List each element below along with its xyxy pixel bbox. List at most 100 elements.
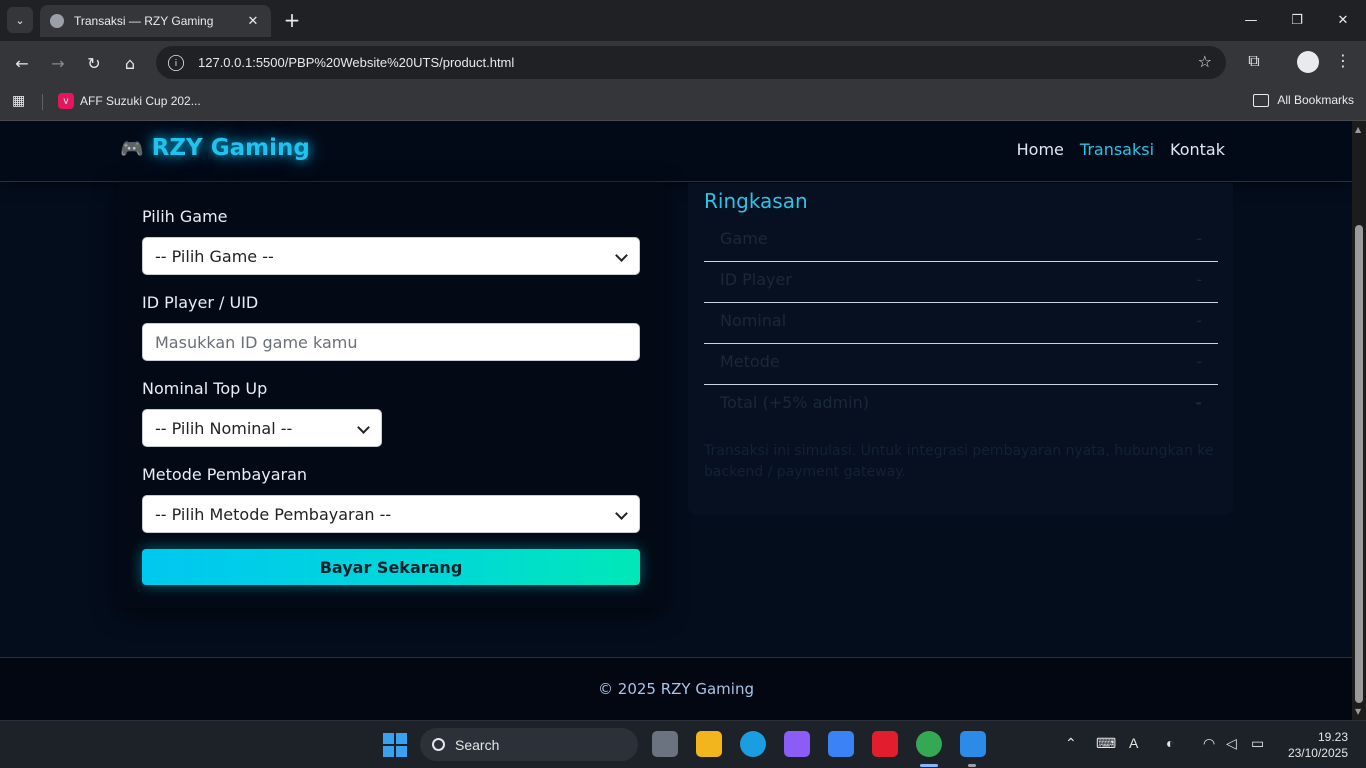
browser-tab[interactable]: Transaksi — RZY Gaming ✕ — [40, 5, 271, 37]
page-viewport: 🎮 RZY Gaming Home Transaksi Kontak Pilih… — [0, 121, 1366, 720]
pay-now-button[interactable]: Bayar Sekarang — [142, 549, 640, 585]
summary-key: Nominal — [720, 311, 787, 330]
apps-grid-icon[interactable]: ▦ — [12, 93, 25, 109]
reload-button[interactable]: ↻ — [80, 49, 108, 77]
summary-row-nominal: Nominal - — [704, 303, 1218, 344]
chevron-down-icon — [615, 507, 628, 520]
chevron-down-icon — [615, 249, 628, 262]
vscode-icon[interactable] — [960, 731, 986, 757]
summary-note: Transaksi ini simulasi. Untuk integrasi … — [704, 443, 1214, 480]
bookmark-star-icon[interactable]: ☆ — [1198, 52, 1212, 71]
page-scrollbar[interactable]: ▲ ▼ — [1352, 121, 1366, 720]
forward-button[interactable]: → — [44, 49, 72, 77]
summary-key: Total (+5% admin) — [720, 393, 869, 412]
new-tab-button[interactable]: + — [282, 8, 302, 32]
focus-icon[interactable]: ◐ — [1166, 735, 1174, 751]
summary-key: Metode — [720, 352, 780, 371]
bookmark-favicon-icon: v — [58, 93, 74, 109]
task-view-icon[interactable] — [652, 731, 678, 757]
summary-key: ID Player — [720, 270, 792, 289]
nav-kontak[interactable]: Kontak — [1170, 140, 1225, 159]
all-bookmarks-button[interactable]: All Bookmarks — [1253, 93, 1354, 107]
summary-value: - — [1196, 311, 1202, 330]
edge-browser-icon[interactable] — [740, 731, 766, 757]
bookmark-separator — [42, 94, 43, 110]
scroll-down-icon[interactable]: ▼ — [1355, 707, 1361, 716]
payment-method-label: Metode Pembayaran — [142, 465, 308, 484]
player-id-input[interactable]: Masukkan ID game kamu — [142, 323, 640, 361]
battery-icon[interactable]: ▭ — [1251, 735, 1264, 752]
nominal-select[interactable]: -- Pilih Nominal -- — [142, 409, 382, 447]
system-clock[interactable]: 19.23 23/10/2025 — [1288, 729, 1348, 761]
taskbar-search-label: Search — [455, 736, 500, 753]
windows-start-icon[interactable] — [383, 733, 407, 757]
profile-avatar[interactable] — [1297, 51, 1319, 73]
nominal-label: Nominal Top Up — [142, 379, 268, 398]
microsoft-store-icon[interactable] — [828, 731, 854, 757]
site-footer: © 2025 RZY Gaming — [0, 657, 1352, 720]
wifi-icon[interactable]: ◠ — [1203, 735, 1215, 752]
all-bookmarks-label: All Bookmarks — [1277, 93, 1354, 107]
tab-title: Transaksi — RZY Gaming — [74, 14, 214, 28]
scroll-up-icon[interactable]: ▲ — [1355, 125, 1361, 134]
tray-overflow-icon[interactable]: ⌃ — [1065, 735, 1077, 752]
browser-tab-bar: ⌄ Transaksi — RZY Gaming ✕ + — ❐ ✕ — [0, 0, 1366, 41]
wps-office-icon[interactable] — [872, 731, 898, 757]
chrome-icon[interactable] — [916, 731, 942, 757]
close-window-button[interactable]: ✕ — [1320, 0, 1366, 40]
chrome-active-indicator — [920, 764, 938, 767]
site-header: 🎮 RZY Gaming Home Transaksi Kontak — [0, 121, 1352, 182]
summary-row-game: Game - — [704, 221, 1218, 262]
player-id-placeholder: Masukkan ID game kamu — [155, 332, 358, 352]
payment-method-value: -- Pilih Metode Pembayaran -- — [155, 504, 392, 524]
footer-copyright: © 2025 RZY Gaming — [598, 680, 754, 698]
keyboard-icon[interactable]: ⌨ — [1096, 735, 1116, 752]
minimize-button[interactable]: — — [1228, 0, 1274, 40]
game-select[interactable]: -- Pilih Game -- — [142, 237, 640, 275]
tab-search-button[interactable]: ⌄ — [7, 7, 33, 33]
clock-date: 23/10/2025 — [1287, 746, 1348, 760]
summary-row-method: Metode - — [704, 344, 1218, 385]
summary-row-total: Total (+5% admin) - — [704, 385, 1218, 426]
site-info-icon[interactable]: i — [168, 54, 184, 71]
address-bar[interactable]: i 127.0.0.1:5500/PBP%20Website%20UTS/pro… — [156, 46, 1226, 79]
summary-card: Ringkasan Game - ID Player - Nominal - M… — [688, 183, 1233, 515]
volume-icon[interactable]: ◁ — [1226, 735, 1237, 752]
main-nav: Home Transaksi Kontak — [1017, 140, 1225, 159]
nav-transaksi[interactable]: Transaksi — [1080, 140, 1154, 159]
close-tab-icon[interactable]: ✕ — [245, 14, 261, 29]
summary-value: - — [1196, 270, 1202, 289]
gamepad-icon: 🎮 — [120, 137, 144, 160]
file-explorer-icon[interactable] — [696, 731, 722, 757]
summary-value: - — [1195, 393, 1202, 412]
clock-time: 19.23 — [1317, 730, 1348, 744]
input-language-icon[interactable]: A — [1129, 735, 1138, 751]
summary-value: - — [1196, 229, 1202, 248]
game-select-value: -- Pilih Game -- — [155, 246, 274, 266]
home-button[interactable]: ⌂ — [116, 49, 144, 77]
restore-button[interactable]: ❐ — [1274, 0, 1320, 40]
game-label: Pilih Game — [142, 207, 228, 226]
browser-menu-icon[interactable]: ⋮ — [1334, 51, 1352, 70]
summary-key: Game — [720, 229, 768, 248]
summary-value: - — [1196, 352, 1202, 371]
summary-row-player-id: ID Player - — [704, 262, 1218, 303]
url-text: 127.0.0.1:5500/PBP%20Website%20UTS/produ… — [198, 55, 515, 70]
folder-icon — [1253, 93, 1270, 107]
windows-taskbar: Search ⌃ ⌨ A ◐ ◠ ◁ ▭ 19.23 23/10/2025 — [0, 720, 1366, 768]
scrollbar-thumb[interactable] — [1355, 225, 1363, 703]
copilot-icon[interactable] — [784, 731, 810, 757]
payment-method-select[interactable]: -- Pilih Metode Pembayaran -- — [142, 495, 640, 533]
player-id-label: ID Player / UID — [142, 293, 259, 312]
extensions-icon[interactable]: ⧉ — [1243, 51, 1265, 73]
bookmark-aff-suzuki[interactable]: v AFF Suzuki Cup 202... — [58, 93, 201, 109]
vscode-running-indicator — [968, 764, 976, 767]
topup-form-card: Pilih Game -- Pilih Game -- ID Player / … — [118, 183, 663, 608]
bookmarks-bar: ▦ v AFF Suzuki Cup 202... All Bookmarks — [0, 85, 1366, 121]
site-brand[interactable]: 🎮 RZY Gaming — [120, 135, 310, 161]
nav-home[interactable]: Home — [1017, 140, 1064, 159]
taskbar-search[interactable]: Search — [420, 728, 638, 761]
search-icon — [432, 738, 445, 751]
summary-title: Ringkasan — [704, 189, 808, 213]
back-button[interactable]: ← — [8, 49, 36, 77]
